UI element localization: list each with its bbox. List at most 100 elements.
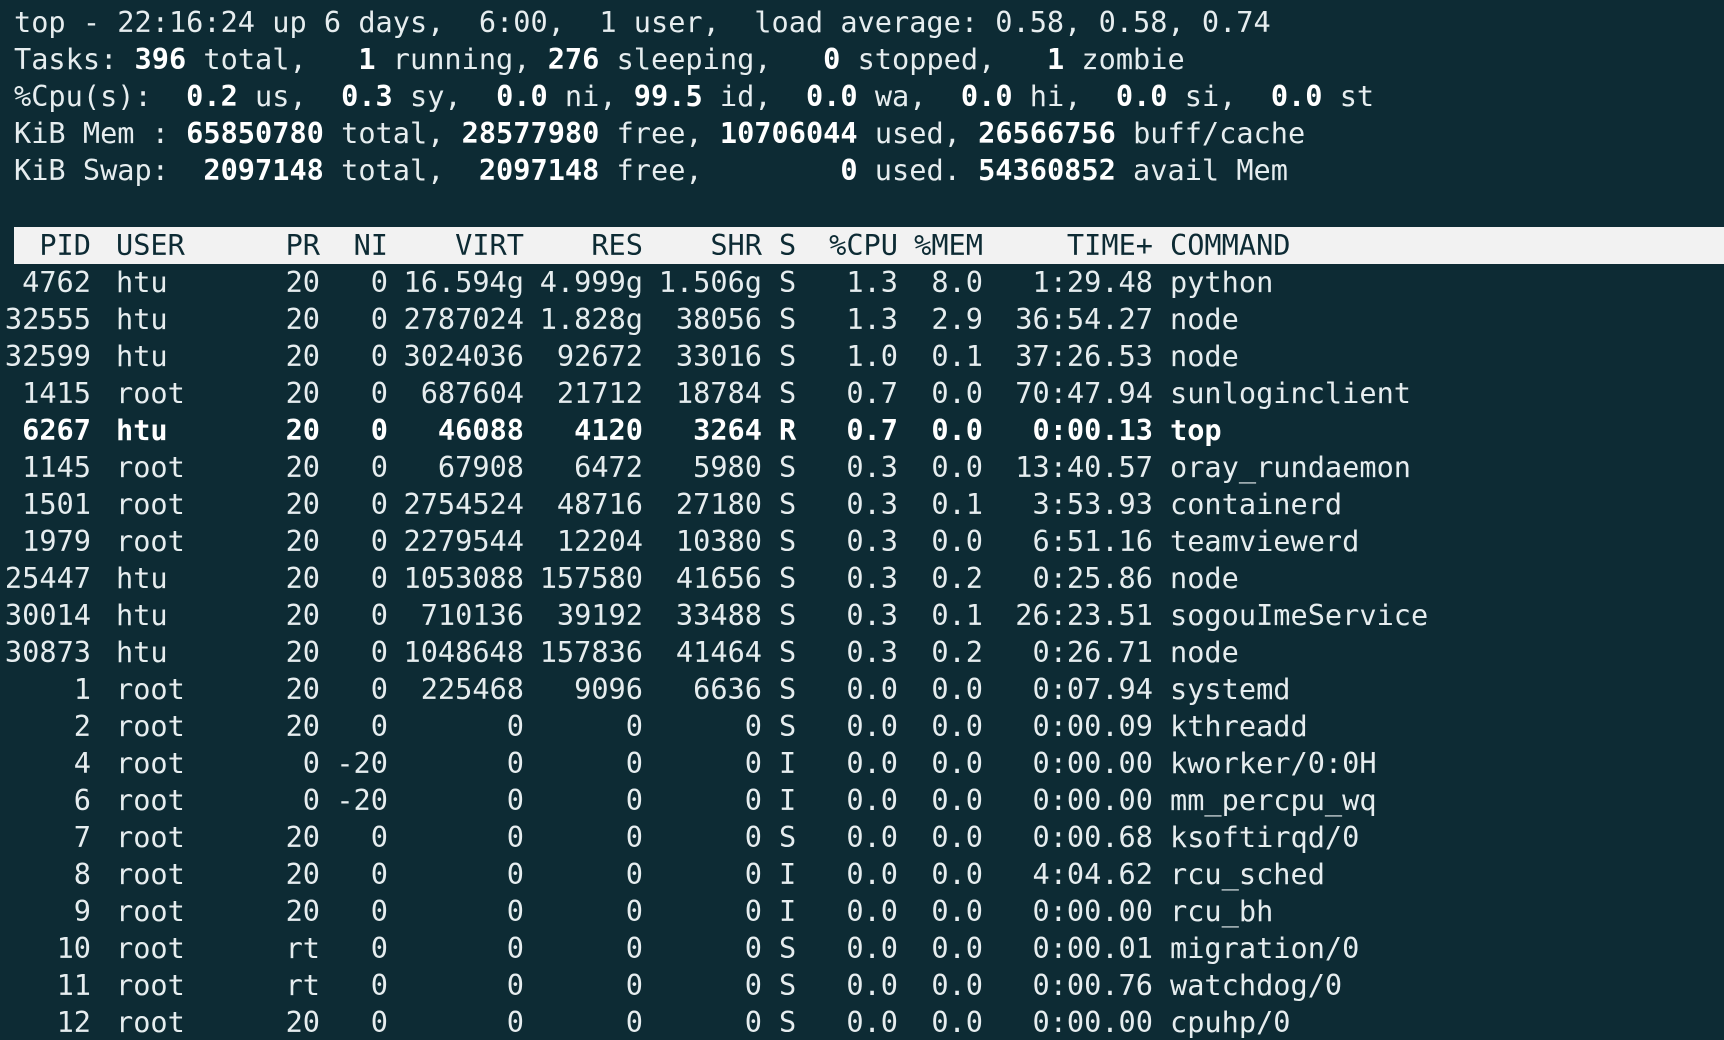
priority-cell: 0 [302,783,320,817]
state-cell: S [779,376,797,410]
terminal-window[interactable]: top - 22:16:24 up 6 days, 6:00, 1 user, … [0,0,1724,1040]
user-cell: htu [116,561,168,595]
state-cell: S [779,1005,797,1039]
tasks-label: Tasks: [14,42,135,76]
mem-cell: 0.0 [931,857,983,891]
mem-column-header[interactable]: %MEM [914,227,983,264]
mem-cell: 8.0 [931,265,983,299]
res-cell: 157580 [539,561,643,595]
virt-cell: 67908 [437,450,524,484]
process-row[interactable]: 9 root 20 0 0 0 0 I 0.0 0.0 0:00.00 rcu_bh [0,893,1724,930]
pid-column-header[interactable]: PID [39,227,91,264]
ni-column-header[interactable]: NI [354,227,388,264]
res-column-header[interactable]: RES [591,227,643,264]
cpu-id-label: id, [702,79,806,113]
state-cell: S [779,709,797,743]
time-cell: 0:07.94 [1032,672,1153,706]
process-row[interactable]: 10 root rt 0 0 0 0 S 0.0 0.0 0:00.01 migration/0 [0,930,1724,967]
user-column-header[interactable]: USER [116,227,185,264]
state-cell: S [779,524,797,558]
process-row[interactable]: 6267 htu 20 0 46088 4120 3264 R 0.7 0.0 0:00.13 top [0,412,1724,449]
priority-cell: 20 [285,413,320,447]
process-row[interactable]: 4 root 0 -20 0 0 0 I 0.0 0.0 0:00.00 kworker/0:0H [0,745,1724,782]
mem-cell: 2.9 [931,302,983,336]
pid-cell: 1501 [22,487,91,521]
process-row[interactable]: 1979 root 20 0 2279544 12204 10380 S 0.3 0.0 6:51.… [0,523,1724,560]
process-row[interactable]: 30873 htu 20 0 1048648 157836 41464 S 0.3 0.2 0:26… [0,634,1724,671]
mem-cell: 0.0 [931,524,983,558]
mem-total-label: total, [323,116,462,150]
pid-cell: 4762 [22,265,91,299]
state-cell: S [779,487,797,521]
process-row[interactable]: 4762 htu 20 0 16.594g 4.999g 1.506g S 1.3 8.0 1:29… [0,264,1724,301]
process-row[interactable]: 30014 htu 20 0 710136 39192 33488 S 0.3 0.1 26:23.… [0,597,1724,634]
nice-cell: 0 [370,561,388,595]
process-row[interactable]: 32599 htu 20 0 3024036 92672 33016 S 1.0 0.1 37:26… [0,338,1724,375]
virt-column-header[interactable]: VIRT [455,227,524,264]
shr-cell: 27180 [675,487,762,521]
user-cell: root [116,672,185,706]
priority-cell: 20 [285,709,320,743]
mem-label: KiB Mem : [14,116,187,150]
process-row[interactable]: 25447 htu 20 0 1053088 157580 41656 S 0.3 0.2 0:25… [0,560,1724,597]
virt-cell: 0 [506,894,524,928]
cpu-cell: 0.0 [846,709,898,743]
user-cell: root [116,746,185,780]
cpu-cell: 0.0 [846,746,898,780]
process-row[interactable]: 11 root rt 0 0 0 0 S 0.0 0.0 0:00.76 watchdog/0 [0,967,1724,1004]
command-cell: systemd [1170,672,1291,706]
shr-column-header[interactable]: SHR [710,227,762,264]
shr-cell: 0 [744,1005,762,1039]
pid-cell: 1979 [22,524,91,558]
process-row[interactable]: 12 root 20 0 0 0 0 S 0.0 0.0 0:00.00 cpuhp/0 [0,1004,1724,1040]
cpu-wa: 0.0 [805,79,858,113]
nice-cell: -20 [336,746,388,780]
load-average: 0.58, 0.58, 0.74 [995,5,1271,39]
user-cell: htu [116,413,168,447]
state-cell: S [779,561,797,595]
tasks-zombie-label: zombie [1064,42,1185,76]
cpu-cell: 0.3 [846,635,898,669]
process-row[interactable]: 32555 htu 20 0 2787024 1.828g 38056 S 1.3 2.9 36:5… [0,301,1724,338]
cpu-cell: 0.3 [846,524,898,558]
priority-cell: 20 [285,561,320,595]
user-cell: root [116,931,185,965]
pr-column-header[interactable]: PR [286,227,320,264]
cpu-ni: 0.0 [496,79,548,113]
priority-cell: 20 [285,598,320,632]
res-cell: 0 [625,931,643,965]
process-row[interactable]: 7 root 20 0 0 0 0 S 0.0 0.0 0:00.68 ksoftirqd/0 [0,819,1724,856]
command-column-header[interactable]: COMMAND [1170,227,1291,264]
priority-cell: 20 [285,302,320,336]
mem-cell: 0.0 [931,968,983,1002]
process-row[interactable]: 1501 root 20 0 2754524 48716 27180 S 0.3 0.1 3:53.… [0,486,1724,523]
cpu-cell: 0.0 [846,857,898,891]
mem-used-label: used, [857,116,979,150]
priority-cell: 20 [285,450,320,484]
time-column-header[interactable]: TIME+ [1067,227,1153,264]
shr-cell: 38056 [675,302,762,336]
virt-cell: 3024036 [403,339,524,373]
mem-cell: 0.0 [931,820,983,854]
cpu-column-header[interactable]: %CPU [829,227,898,264]
mem-cell: 0.2 [931,561,983,595]
priority-cell: 20 [285,1005,320,1039]
process-row[interactable]: 2 root 20 0 0 0 0 S 0.0 0.0 0:00.09 kthreadd [0,708,1724,745]
cpu-st-label: st [1322,79,1375,113]
res-cell: 0 [625,1005,643,1039]
process-row[interactable]: 8 root 20 0 0 0 0 I 0.0 0.0 4:04.62 rcu_sched [0,856,1724,893]
user-cell: root [116,487,185,521]
user-cell: root [116,820,185,854]
process-row[interactable]: 6 root 0 -20 0 0 0 I 0.0 0.0 0:00.00 mm_percpu_wq [0,782,1724,819]
swap-free-label: free, [599,153,841,187]
process-row[interactable]: 1 root 20 0 225468 9096 6636 S 0.0 0.0 0:07.94 syst… [0,671,1724,708]
priority-cell: 20 [285,672,320,706]
state-column-header[interactable]: S [779,227,796,264]
time-cell: 37:26.53 [1015,339,1153,373]
process-row[interactable]: 1415 root 20 0 687604 21712 18784 S 0.7 0.0 70:47.… [0,375,1724,412]
process-row[interactable]: 1145 root 20 0 67908 6472 5980 S 0.3 0.0 13:40.57 o… [0,449,1724,486]
mem-cell: 0.0 [931,709,983,743]
pid-cell: 25447 [4,561,91,595]
virt-cell: 1053088 [403,561,524,595]
cpu-st: 0.0 [1270,79,1323,113]
